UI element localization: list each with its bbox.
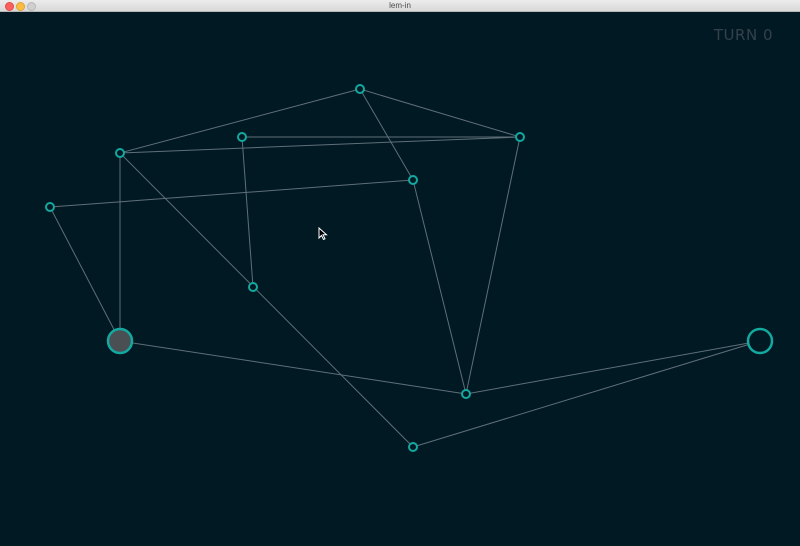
tunnel-link-r3-r4 — [119, 136, 521, 154]
room-node-r4[interactable] — [515, 132, 525, 142]
tunnel-link-r5-r6 — [49, 179, 414, 208]
tunnel-link-start-r8 — [119, 340, 467, 395]
room-node-r2[interactable] — [237, 132, 247, 142]
mouse-pointer-icon — [318, 227, 328, 241]
ant-farm-graph — [45, 84, 774, 452]
rooms-layer — [45, 84, 774, 452]
room-node-r3[interactable] — [115, 148, 125, 158]
window-title: lem-in — [389, 1, 411, 10]
turn-value: 0 — [762, 26, 773, 44]
room-node-r8[interactable] — [461, 389, 471, 399]
room-node-r9[interactable] — [408, 442, 418, 452]
app-window: lem-in TURN 0 — [0, 0, 800, 546]
end-room-node[interactable] — [746, 327, 774, 355]
room-node-r5[interactable] — [45, 202, 55, 212]
room-node-r6[interactable] — [408, 175, 418, 185]
room-node-r7[interactable] — [248, 282, 258, 292]
tunnel-link-r2-r7 — [241, 136, 254, 288]
tunnel-link-r5-start — [49, 206, 121, 342]
links-layer — [49, 88, 761, 448]
title-bar: lem-in — [0, 0, 800, 12]
tunnel-link-r1-r3 — [119, 88, 361, 154]
start-room-node[interactable] — [106, 327, 134, 355]
tunnel-link-r3-r9 — [119, 152, 414, 448]
turn-counter: TURN 0 — [714, 26, 773, 44]
room-node-r1[interactable] — [355, 84, 365, 94]
graph-canvas[interactable]: TURN 0 — [0, 12, 800, 546]
turn-label: TURN — [713, 26, 758, 44]
tunnel-link-r4-r8 — [465, 136, 521, 395]
tunnel-link-r6-r8 — [412, 179, 467, 395]
